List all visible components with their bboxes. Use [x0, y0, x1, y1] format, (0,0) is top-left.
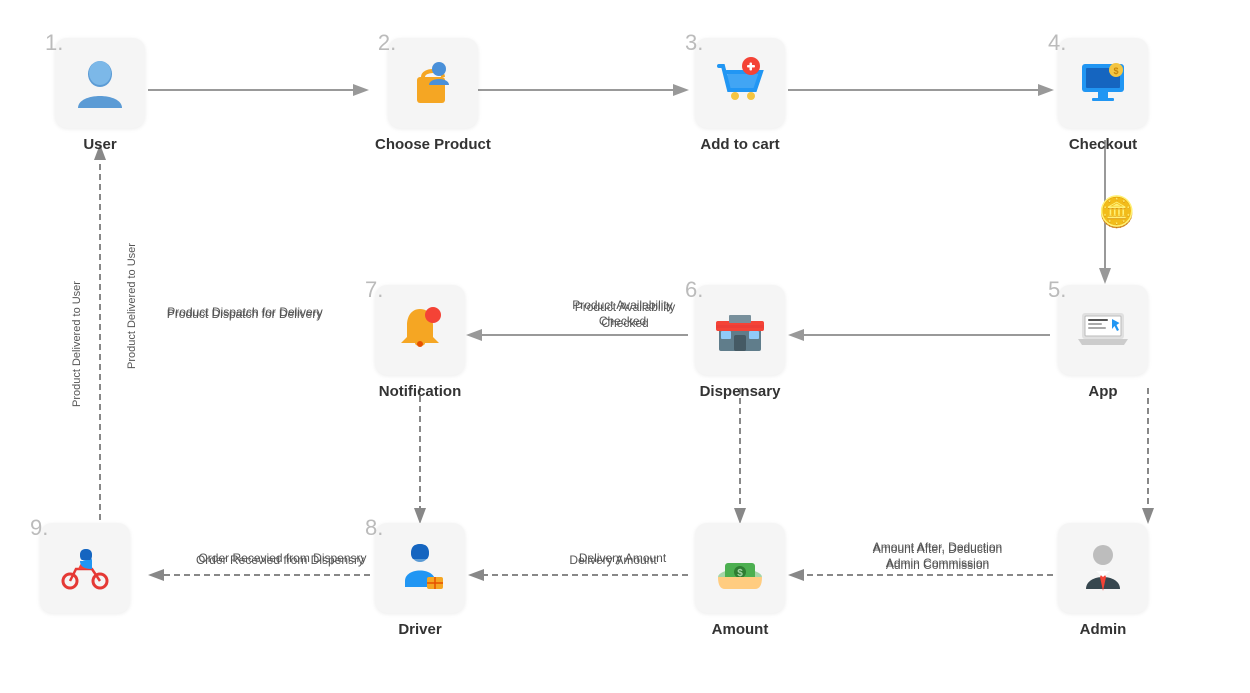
dispensary-icon-box: [695, 285, 785, 375]
node-notification: 7. Notification: [375, 285, 465, 400]
step-8: 8.: [365, 515, 383, 541]
node-choose-product: 2. Choose Product: [375, 38, 491, 153]
choose-product-icon-box: [388, 38, 478, 128]
step-5: 5.: [1048, 277, 1066, 303]
driver-label: Driver: [398, 621, 441, 638]
checkout-label: Checkout: [1069, 136, 1137, 153]
notification-label: Notification: [379, 383, 462, 400]
choose-product-label: Choose Product: [375, 136, 491, 153]
step-4: 4.: [1048, 30, 1066, 56]
commission-label-overlay: Amount After, DeductionAdmin Commission: [840, 542, 1035, 573]
add-to-cart-label: Add to cart: [700, 136, 779, 153]
step-1: 1.: [45, 30, 63, 56]
delivery-rider-icon-box: [40, 523, 130, 613]
coins-icon: 🪙: [1098, 195, 1135, 230]
user-icon-box: [55, 38, 145, 128]
node-user: 1. User: [55, 38, 145, 153]
step-3: 3.: [685, 30, 703, 56]
checkout-icon-box: $: [1058, 38, 1148, 128]
availability-label-overlay: Product AvailabilityChecked: [555, 298, 690, 329]
amount-icon-box: $: [695, 523, 785, 613]
delivery-amt-label-overlay: Delivery Amount: [548, 553, 678, 569]
node-app: 5. App: [1058, 285, 1148, 400]
notification-icon-box: [375, 285, 465, 375]
dispensary-label: Dispensary: [700, 383, 781, 400]
vertical-delivered-label: Product Delivered to User: [71, 281, 83, 407]
user-label: User: [83, 136, 116, 153]
admin-icon-box: [1058, 523, 1148, 613]
order-label-overlay: Order Recevied from Dispensry: [190, 553, 370, 569]
node-amount: $ Amount: [695, 523, 785, 638]
app-label: App: [1088, 383, 1117, 400]
flow-diagram: Product Dispatch for Delivery Product Av…: [0, 0, 1250, 693]
step-7: 7.: [365, 277, 383, 303]
amount-label: Amount: [712, 621, 769, 638]
node-admin: Admin: [1058, 523, 1148, 638]
driver-icon-box: [375, 523, 465, 613]
app-icon-box: [1058, 285, 1148, 375]
dispatch-label-overlay: Product Dispatch for Delivery: [152, 307, 337, 323]
product-delivered-label: Product Delivered to User: [126, 196, 138, 416]
step-2: 2.: [378, 30, 396, 56]
admin-label: Admin: [1080, 621, 1127, 638]
node-checkout: 4. $ Checkout: [1058, 38, 1148, 153]
node-driver: 8. Driver: [375, 523, 465, 638]
svg-text:$: $: [1113, 66, 1118, 76]
add-to-cart-icon-box: [695, 38, 785, 128]
step-9: 9.: [30, 515, 48, 541]
node-add-to-cart: 3. Add to cart: [695, 38, 785, 153]
node-delivery-rider: 9.: [40, 523, 130, 613]
node-dispensary: 6. Dispensary: [695, 285, 785, 400]
